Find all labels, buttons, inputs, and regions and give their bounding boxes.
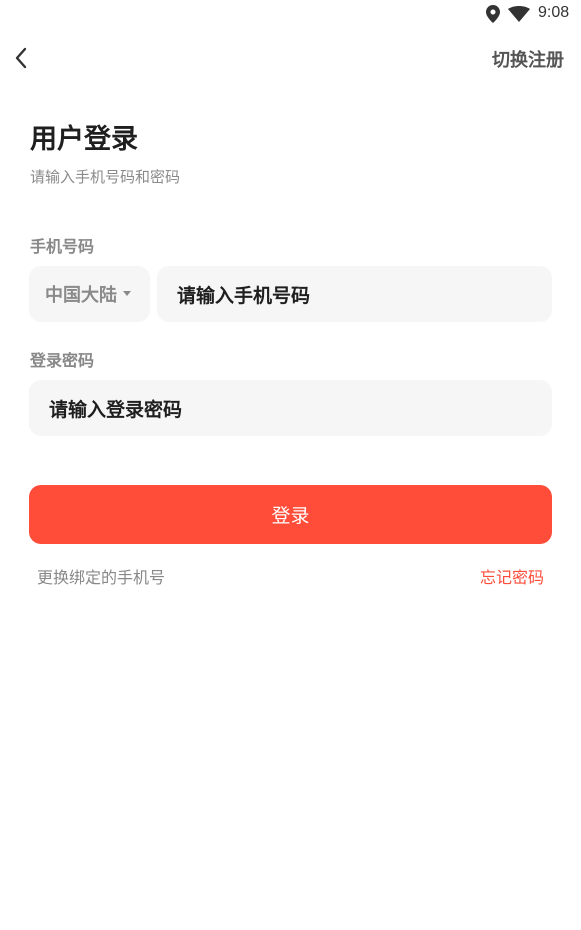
chevron-left-icon xyxy=(15,47,27,69)
password-input-placeholder: 请输入登录密码 xyxy=(49,398,183,421)
login-button[interactable]: 登录 xyxy=(29,485,552,544)
status-time: 9:08 xyxy=(538,4,570,21)
status-bar: 9:08 xyxy=(0,0,581,30)
forgot-password-link[interactable]: 忘记密码 xyxy=(480,564,544,588)
page-title: 用户登录 xyxy=(30,124,138,155)
phone-input-placeholder: 请输入手机号码 xyxy=(177,284,311,307)
switch-register-button[interactable]: 切换注册 xyxy=(492,46,564,72)
back-button[interactable] xyxy=(6,42,36,74)
location-icon xyxy=(486,5,500,23)
caret-down-icon xyxy=(123,291,131,296)
wifi-icon xyxy=(508,6,530,22)
page-subtitle: 请输入手机号码和密码 xyxy=(30,168,181,186)
password-label: 登录密码 xyxy=(30,351,95,370)
password-input[interactable]: 请输入登录密码 xyxy=(29,380,552,436)
phone-input[interactable]: 请输入手机号码 xyxy=(157,266,552,322)
phone-label: 手机号码 xyxy=(30,237,95,256)
region-select[interactable]: 中国大陆 xyxy=(29,266,150,322)
change-phone-link[interactable]: 更换绑定的手机号 xyxy=(37,564,165,588)
region-value: 中国大陆 xyxy=(45,285,117,306)
